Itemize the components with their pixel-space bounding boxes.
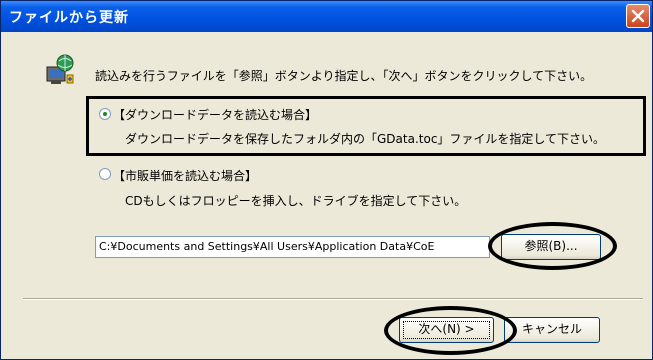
browse-button[interactable]: 参照(B)... <box>501 234 601 260</box>
instruction-text: 読込みを行うファイルを「参照」ボタンより指定し、「次へ」ボタンをクリックして下さ… <box>95 69 593 83</box>
window-title: ファイルから更新 <box>9 10 129 26</box>
option-commercial-label[interactable]: 【市販単価を読込む場合】 <box>113 167 257 184</box>
next-button[interactable]: 次へ(N) > <box>399 317 494 343</box>
close-icon <box>631 9 645 23</box>
radio-download-data[interactable] <box>99 108 111 120</box>
focus-rect <box>403 321 490 339</box>
close-button[interactable] <box>626 4 650 28</box>
option-download-label[interactable]: 【ダウンロードデータを読込む場合】 <box>113 106 317 123</box>
cancel-button[interactable]: キャンセル <box>504 317 600 343</box>
divider <box>23 298 643 300</box>
globe-computer-icon <box>46 54 74 84</box>
dialog-window: ファイルから更新 読込みを行うファイルを「参照」ボタンより指定し、「次へ」ボタン… <box>0 0 653 360</box>
title-bar[interactable]: ファイルから更新 <box>1 1 652 32</box>
radio-selected-dot <box>103 112 107 116</box>
file-path-input[interactable]: C:¥Documents and Settings¥All Users¥Appl… <box>95 236 490 258</box>
option-commercial-detail: CDもしくはフロッピーを挿入し、ドライブを指定して下さい。 <box>125 194 467 208</box>
radio-commercial-price[interactable] <box>99 168 111 180</box>
highlight-box <box>86 96 646 156</box>
option-download-detail: ダウンロードデータを保存したフォルダ内の「GData.toc」ファイルを指定して… <box>125 132 606 146</box>
